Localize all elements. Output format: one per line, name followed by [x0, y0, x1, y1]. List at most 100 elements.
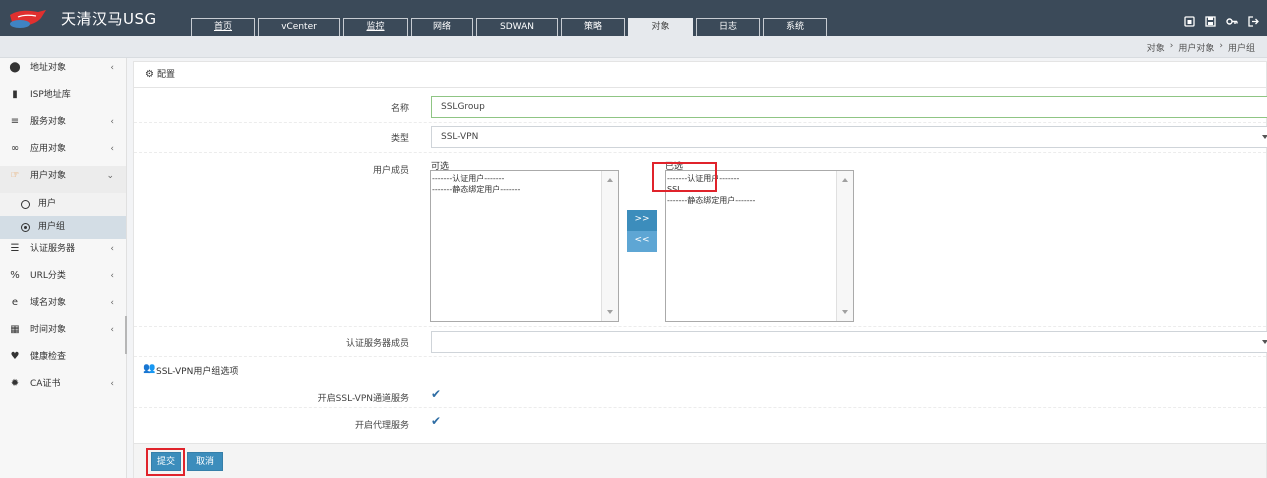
radio-icon [21, 223, 30, 232]
list-option[interactable]: -------认证用户------- [431, 173, 618, 184]
type-select-value: SSL-VPN [441, 132, 479, 142]
auth-server-row: 认证服务器成员 [134, 327, 1267, 357]
sidebar-item-address[interactable]: ⬤ 地址对象 ‹ [0, 58, 126, 85]
sidebar-item-url[interactable]: % URL分类 ‹ [0, 266, 126, 293]
save-icon[interactable] [1205, 16, 1216, 27]
listbox-scrollbar[interactable] [601, 171, 618, 321]
heartbeat-icon: ♥ [10, 351, 20, 362]
sidebar-item-auth-server[interactable]: ☰ 认证服务器 ‹ [0, 239, 126, 266]
sidebar-item-health[interactable]: ♥ 健康检查 [0, 347, 126, 374]
sslvpn-section-header: 👥 SSL-VPN用户组选项 [134, 357, 1266, 381]
chevron-left-icon: ‹ [110, 379, 114, 389]
sidebar-subitem-user[interactable]: 用户 [0, 193, 126, 216]
scroll-up-icon[interactable] [607, 178, 613, 182]
top-icons [1184, 16, 1259, 27]
tab-home[interactable]: 首页 [191, 18, 255, 36]
sidebar-scrollbar[interactable] [125, 316, 127, 354]
link-icon: ∞ [10, 143, 20, 154]
radio-icon [21, 200, 30, 209]
auth-server-select[interactable] [431, 331, 1267, 353]
brand-title: 天清汉马USG [61, 10, 157, 28]
breadcrumb-separator: › [1219, 41, 1223, 51]
breadcrumb: 对象 › 用户对象 › 用户组 [1147, 41, 1255, 54]
sidebar-item-label: 地址对象 [30, 63, 67, 73]
certificate-icon: ✹ [10, 378, 20, 389]
tab-system[interactable]: 系统 [763, 18, 827, 36]
user-members-label: 用户成员 [372, 166, 409, 176]
chevron-left-icon: ‹ [110, 144, 114, 154]
main-nav: 首页 vCenter 监控 网络 SDWAN 策略 对象 日志 系统 [191, 18, 830, 36]
sidebar-item-label: URL分类 [30, 271, 66, 281]
tab-object[interactable]: 对象 [628, 18, 693, 36]
logout-icon[interactable] [1248, 16, 1259, 27]
sidebar-subitem-user-group[interactable]: 用户组 [0, 216, 126, 239]
breadcrumb-separator: › [1169, 41, 1174, 51]
chevron-left-icon: ‹ [110, 325, 114, 335]
tab-network[interactable]: 网络 [411, 18, 473, 36]
chevron-left-icon: ‹ [110, 298, 114, 308]
breadcrumb-item[interactable]: 对象 [1147, 41, 1165, 54]
chevron-left-icon: ‹ [110, 271, 114, 281]
lock-icon[interactable] [1184, 16, 1195, 27]
sidebar-item-label: CA证书 [30, 379, 61, 389]
breadcrumb-item[interactable]: 用户对象 [1178, 41, 1214, 54]
scroll-up-icon[interactable] [842, 178, 848, 182]
sidebar-item-application[interactable]: ∞ 应用对象 ‹ [0, 139, 126, 166]
chevron-left-icon: ‹ [110, 117, 114, 127]
chevron-left-icon: ‹ [110, 244, 114, 254]
sidebar-item-label: 服务对象 [30, 117, 67, 127]
map-marker-icon: ⬤ [9, 62, 21, 73]
highlight-annotation [146, 448, 185, 476]
sidebar-item-user-object[interactable]: ☞ 用户对象 ⌄ [0, 166, 126, 193]
list-option[interactable]: -------静态绑定用户------- [431, 184, 618, 195]
cancel-button[interactable]: 取消 [187, 452, 223, 471]
tab-monitor[interactable]: 监控 [343, 18, 408, 36]
server-icon: ☰ [10, 243, 20, 254]
name-input[interactable]: SSLGroup [431, 96, 1267, 118]
tab-vcenter[interactable]: vCenter [258, 18, 340, 36]
sidebar-item-label: 应用对象 [30, 144, 67, 154]
sidebar-item-service[interactable]: ≡ 服务对象 ‹ [0, 112, 126, 139]
type-select[interactable]: SSL-VPN [431, 126, 1267, 148]
caret-down-icon [1262, 135, 1267, 139]
users-icon: 👥 [143, 363, 156, 374]
remove-member-button[interactable]: << [627, 231, 657, 252]
type-row: 类型 SSL-VPN [134, 123, 1267, 153]
tab-log[interactable]: 日志 [696, 18, 760, 36]
sslvpn-section-title: SSL-VPN用户组选项 [156, 367, 239, 377]
list-option[interactable]: -------静态绑定用户------- [666, 195, 853, 206]
add-member-button[interactable]: >> [627, 210, 657, 231]
available-listbox[interactable]: -------认证用户------- -------静态绑定用户------- [430, 170, 619, 322]
map-icon: ▮ [12, 89, 18, 100]
user-hand-icon: ☞ [10, 170, 20, 181]
config-panel: ⚙ 配置 名称 SSLGroup 类型 SSL-VPN 用户成员 可选 -----… [133, 61, 1267, 478]
sidebar-item-domain[interactable]: e 域名对象 ‹ [0, 293, 126, 320]
sidebar-item-isp[interactable]: ▮ ISP地址库 [0, 85, 126, 112]
sidebar-item-time[interactable]: ▦ 时间对象 ‹ [0, 320, 126, 347]
list-icon: ≡ [10, 116, 20, 127]
enable-tunnel-row: 开启SSL-VPN通道服务 ✔ [134, 381, 1266, 408]
sidebar-item-ca[interactable]: ✹ CA证书 ‹ [0, 374, 126, 401]
sidebar-subitem-label: 用户 [38, 199, 57, 209]
scroll-down-icon[interactable] [607, 310, 613, 314]
breadcrumb-item: 用户组 [1227, 44, 1255, 54]
name-label: 名称 [390, 104, 409, 114]
scroll-down-icon[interactable] [842, 310, 848, 314]
tab-policy[interactable]: 策略 [561, 18, 625, 36]
tab-sdwan[interactable]: SDWAN [476, 18, 558, 36]
listbox-scrollbar[interactable] [836, 171, 853, 321]
enable-proxy-checkbox[interactable]: ✔ [431, 415, 443, 427]
key-icon[interactable] [1226, 16, 1238, 27]
name-row: 名称 SSLGroup [134, 89, 1267, 123]
selected-listbox[interactable]: -------认证用户------- SSL -------静态绑定用户----… [665, 170, 854, 322]
sidebar-item-label: ISP地址库 [30, 90, 71, 100]
enable-proxy-row: 开启代理服务 ✔ [134, 408, 1266, 435]
enable-tunnel-checkbox[interactable]: ✔ [431, 388, 443, 400]
sidebar-subitem-label: 用户组 [38, 222, 66, 232]
highlight-annotation [652, 162, 717, 192]
sidebar-item-label: 健康检查 [30, 352, 67, 362]
sidebar-item-label: 认证服务器 [30, 244, 76, 254]
type-label: 类型 [390, 134, 409, 144]
auth-server-label: 认证服务器成员 [345, 339, 409, 349]
logo-icon [10, 10, 46, 28]
